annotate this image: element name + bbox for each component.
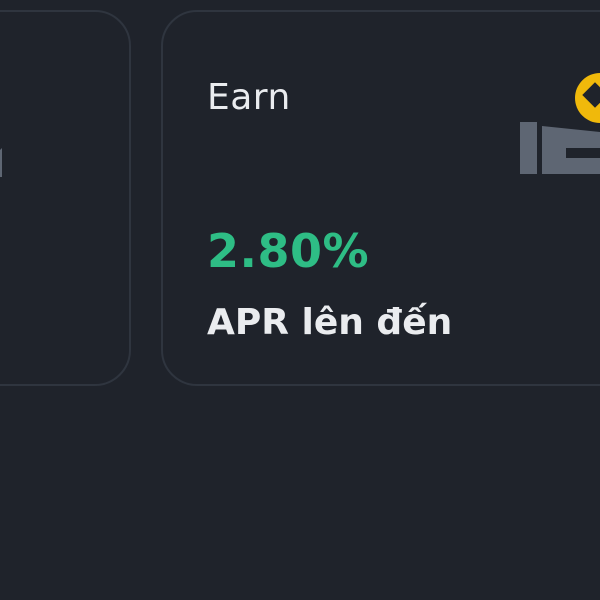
earn-hand-coin-icon xyxy=(520,73,600,174)
apr-rate-value: 2.80% xyxy=(207,224,370,278)
product-card-partial[interactable] xyxy=(0,10,131,386)
earn-card-title: Earn xyxy=(207,77,291,118)
savings-coins-icon xyxy=(0,148,2,177)
product-cards-area: Earn 2.80% APR lên đến xyxy=(0,0,600,600)
apr-rate-label: APR lên đến xyxy=(207,302,453,343)
